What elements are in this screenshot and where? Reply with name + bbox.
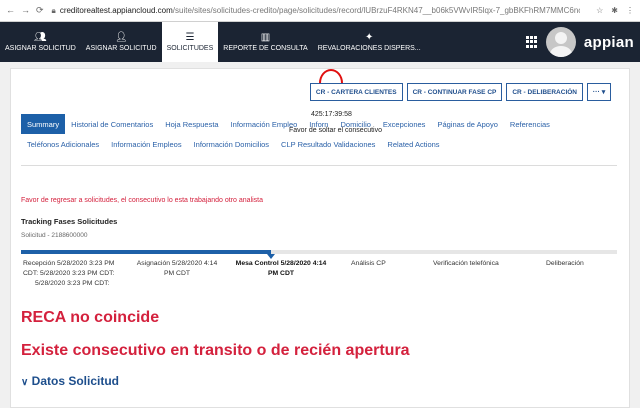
avatar[interactable] bbox=[545, 27, 576, 57]
record-card: CR - CARTERA CLIENTES CR - CONTINUAR FAS… bbox=[10, 68, 630, 408]
tab-revaloraciones[interactable]: ✦ REVALORACIONES DISPERS... bbox=[313, 22, 426, 62]
tab-excepciones[interactable]: Excepciones bbox=[377, 120, 432, 129]
url-host: creditorealtest.appiancloud.com bbox=[59, 6, 173, 15]
phase-line: PM CDT bbox=[163, 270, 191, 277]
tab-label: REPORTE DE CONSULTA bbox=[223, 45, 308, 52]
apps-grid-icon[interactable] bbox=[525, 36, 538, 48]
tab-label: ASIGNAR SOLICITUD bbox=[5, 45, 76, 52]
puzzle-icon[interactable]: ✱ bbox=[611, 6, 618, 15]
tab-label: ASIGNAR SOLICITUD bbox=[85, 45, 157, 52]
subtabs-row-2: Teléfonos Adicionales Información Empleo… bbox=[21, 134, 617, 154]
forward-icon[interactable]: → bbox=[21, 5, 30, 16]
cr-continuar-fase-cp-button[interactable]: CR - CONTINUAR FASE CP bbox=[406, 83, 503, 101]
consecutivo-error: Existe consecutivo en transito o de reci… bbox=[21, 342, 410, 359]
url-path: /suite/sites/solicitudes-credito/page/so… bbox=[172, 6, 580, 15]
chevron-down-icon: ∨ bbox=[21, 377, 29, 388]
tooltip-text: Favor de soltar el consecutivo bbox=[289, 127, 382, 134]
tab-informacion-domicilios[interactable]: Información Domicilios bbox=[188, 140, 275, 149]
menu-icon[interactable]: ⋮ bbox=[626, 6, 634, 15]
phase-progress-fill bbox=[21, 250, 272, 254]
phase-verificacion-telefonica: Verificación telefónica bbox=[433, 259, 499, 269]
tab-solicitudes[interactable]: ☰ SOLICITUDES bbox=[161, 22, 219, 62]
appian-logo: appian bbox=[583, 33, 634, 51]
tab-hoja-respuesta[interactable]: Hoja Respuesta bbox=[159, 120, 224, 129]
url-bar[interactable]: creditorealtest.appiancloud.com/suite/si… bbox=[60, 6, 580, 15]
record-subtabs: Summary Historial de Comentarios Hoja Re… bbox=[21, 114, 617, 154]
list-icon: ☰ bbox=[185, 32, 195, 43]
reload-icon[interactable]: ⟳ bbox=[36, 5, 44, 16]
cr-deliberacion-button[interactable]: CR - DELIBERACIÓN bbox=[506, 83, 583, 101]
phase-line: Deliberación bbox=[546, 260, 584, 267]
reca-error: RECA no coincide bbox=[21, 309, 160, 326]
user-plus-icon: 👥︎ bbox=[34, 32, 47, 43]
back-icon[interactable]: ← bbox=[6, 5, 15, 16]
tab-asignar-solicitud-1[interactable]: 👥︎ ASIGNAR SOLICITUD bbox=[0, 22, 81, 62]
tracking-title: Tracking Fases Solicitudes bbox=[21, 217, 118, 226]
tab-telefonos-adicionales[interactable]: Teléfonos Adicionales bbox=[21, 140, 105, 149]
phase-analisis-cp: Análisis CP bbox=[351, 259, 386, 269]
phase-line: CDT: 5/28/2020 3:23 PM CDT: bbox=[23, 270, 115, 277]
cr-cartera-clientes-button[interactable]: CR - CARTERA CLIENTES bbox=[309, 83, 403, 101]
tab-asignar-solicitud-2[interactable]: 👤︎ ASIGNAR SOLICITUD bbox=[81, 22, 162, 62]
phase-line: 5/28/2020 3:23 PM CDT: bbox=[35, 280, 110, 287]
user-plus-icon: 👤︎ bbox=[114, 32, 128, 43]
phase-line: Mesa Control 5/28/2020 4:14 bbox=[235, 260, 327, 267]
browser-actions: ☆ ✱ ⋮ bbox=[596, 6, 634, 15]
phase-line: PM CDT bbox=[267, 270, 295, 277]
tab-summary[interactable]: Summary bbox=[21, 114, 66, 134]
top-navigation: 👥︎ ASIGNAR SOLICITUD 👤︎ ASIGNAR SOLICITU… bbox=[0, 22, 640, 62]
topnav-right: appian bbox=[525, 22, 640, 62]
phase-recepcion: Recepción 5/28/2020 3:23 PM CDT: 5/28/20… bbox=[23, 259, 114, 289]
divider bbox=[21, 165, 617, 166]
phase-line: Análisis CP bbox=[351, 260, 386, 267]
star-icon[interactable]: ☆ bbox=[596, 6, 603, 15]
tab-informacion-empleos[interactable]: Información Empleos bbox=[105, 140, 187, 149]
phase-deliberacion: Deliberación bbox=[546, 259, 584, 269]
lock-icon: 🔒︎ bbox=[51, 5, 56, 15]
phase-mesa-control: Mesa Control 5/28/2020 4:14 PM CDT bbox=[231, 259, 331, 279]
bar-chart-icon: ▥ bbox=[260, 32, 271, 43]
phase-line: Asignación 5/28/2020 4:14 bbox=[136, 260, 218, 267]
star-icon: ✦ bbox=[364, 32, 374, 43]
warning-message: Favor de regresar a solicitudes, el cons… bbox=[21, 197, 264, 204]
browser-nav: ← → ⟳ bbox=[6, 5, 44, 16]
tab-related-actions[interactable]: Related Actions bbox=[381, 140, 445, 149]
tab-reporte-de-consulta[interactable]: ▥ REPORTE DE CONSULTA bbox=[218, 22, 312, 62]
tab-historial-comentarios[interactable]: Historial de Comentarios bbox=[65, 120, 159, 129]
tab-label: REVALORACIONES DISPERS... bbox=[317, 45, 421, 52]
timer-readout: 425:17:39:58 bbox=[311, 111, 352, 118]
phase-progress-track bbox=[21, 250, 617, 259]
datos-solicitud-section[interactable]: ∨ Datos Solicitud bbox=[21, 374, 119, 388]
tab-label: SOLICITUDES bbox=[166, 45, 214, 52]
tab-paginas-apoyo[interactable]: Páginas de Apoyo bbox=[431, 120, 503, 129]
tab-clp-resultado[interactable]: CLP Resultado Validaciones bbox=[275, 140, 381, 149]
phase-line: Verificación telefónica bbox=[433, 260, 499, 267]
tab-referencias[interactable]: Referencias bbox=[504, 120, 556, 129]
phase-asignacion: Asignación 5/28/2020 4:14 PM CDT bbox=[131, 259, 223, 279]
solicitud-id: Solicitud - 2188600000 bbox=[21, 232, 88, 239]
section-title: Datos Solicitud bbox=[31, 374, 120, 388]
phase-line: Recepción 5/28/2020 3:23 PM bbox=[23, 260, 115, 267]
action-buttons: CR - CARTERA CLIENTES CR - CONTINUAR FAS… bbox=[309, 83, 611, 101]
browser-bar: ← → ⟳ 🔒︎ creditorealtest.appiancloud.com… bbox=[0, 0, 640, 22]
more-actions-button[interactable]: ··· ▾ bbox=[587, 83, 611, 101]
